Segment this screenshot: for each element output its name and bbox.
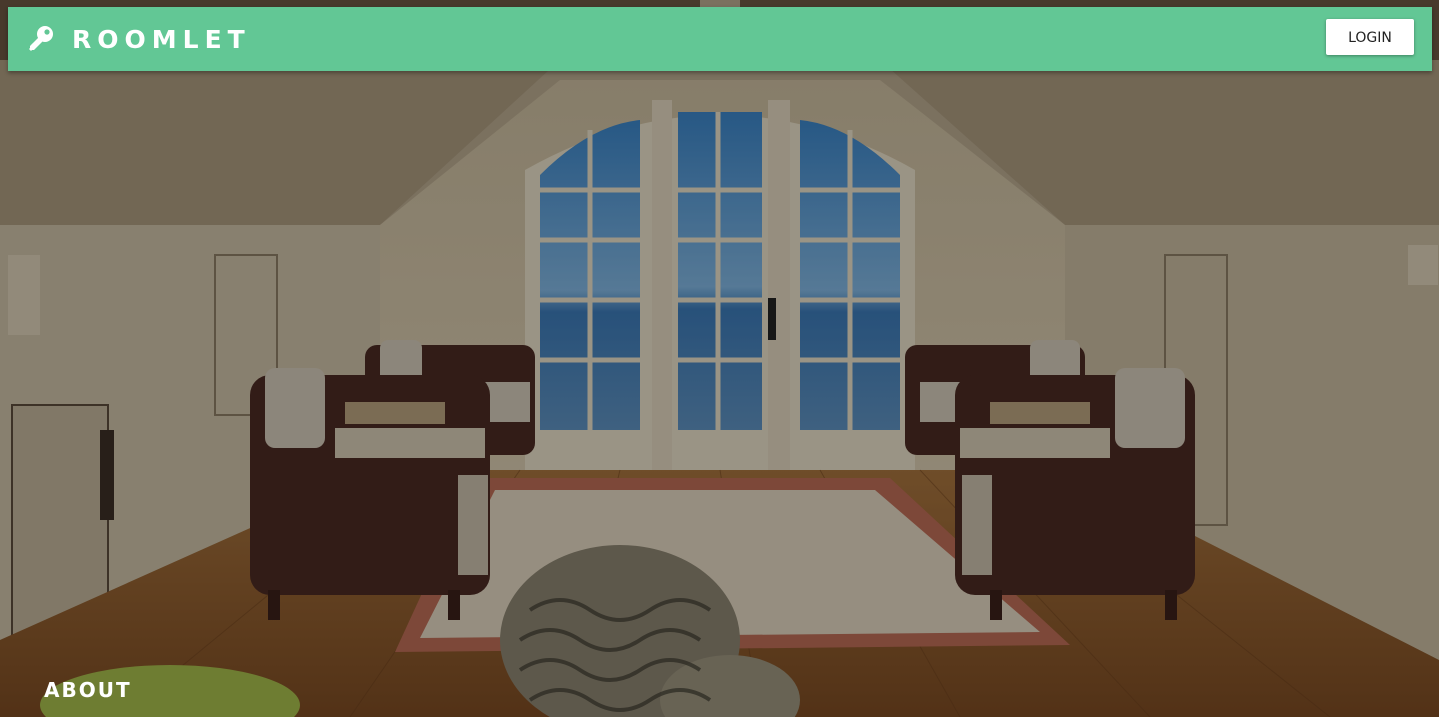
- hero-background-image: [0, 0, 1439, 717]
- about-section-link[interactable]: ABOUT: [44, 678, 132, 702]
- brand-name: ROOMLET: [72, 24, 251, 54]
- key-icon: [24, 22, 58, 56]
- brand-logo-link[interactable]: ROOMLET: [24, 7, 251, 71]
- landing-page: ROOMLET LOGIN ABOUT: [0, 0, 1439, 717]
- login-button[interactable]: LOGIN: [1326, 19, 1414, 55]
- top-navbar: ROOMLET LOGIN: [8, 7, 1432, 71]
